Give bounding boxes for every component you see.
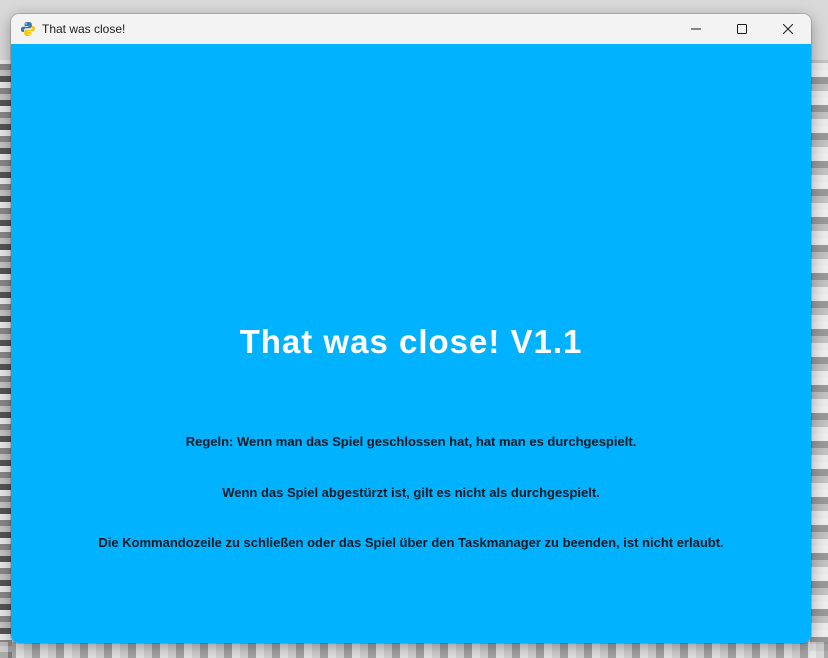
desktop-background-bottom: [0, 642, 828, 658]
app-window: That was close! That was close! V1.1 Reg…: [11, 14, 811, 643]
desktop-background-right: [810, 60, 828, 658]
game-title: That was close! V1.1: [239, 323, 583, 360]
game-canvas[interactable]: That was close! V1.1 Regeln: Wenn man da…: [11, 44, 811, 643]
python-icon: [20, 21, 36, 37]
close-button[interactable]: [765, 14, 811, 44]
rule-text: Die Kommandozeile zu schließen oder das …: [98, 535, 724, 550]
minimize-button[interactable]: [673, 14, 719, 44]
close-icon: [783, 24, 793, 34]
title-bar[interactable]: That was close!: [11, 14, 811, 44]
maximize-button[interactable]: [719, 14, 765, 44]
rule-text: Regeln: Wenn man das Spiel geschlossen h…: [185, 434, 637, 449]
maximize-icon: [737, 24, 747, 34]
window-title: That was close!: [42, 22, 126, 36]
rule-text: Wenn das Spiel abgestürzt ist, gilt es n…: [222, 485, 600, 500]
minimize-icon: [691, 24, 701, 34]
